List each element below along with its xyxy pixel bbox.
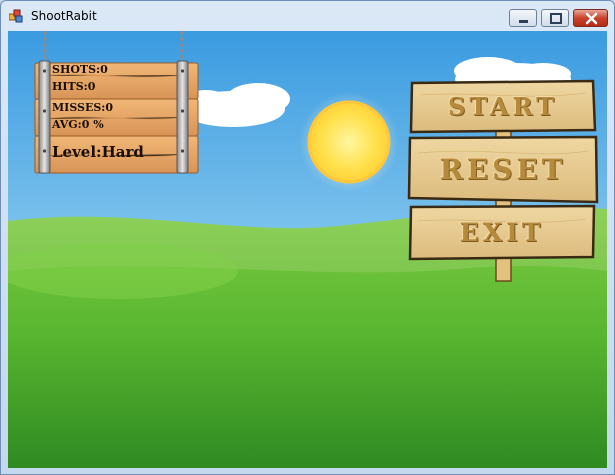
start-label: START [448, 91, 558, 121]
start-button[interactable]: START [411, 81, 595, 131]
exit-button[interactable]: EXIT [410, 206, 594, 258]
title-bar[interactable]: ShootRabit [1, 1, 614, 31]
bracket-left [38, 60, 51, 174]
window-title: ShootRabit [31, 9, 97, 23]
avg-counter: AVG:0 % [52, 118, 104, 131]
sun [307, 100, 391, 184]
game-area[interactable]: SHOTS:0 HITS:0 MISSES:0 AVG:0 % Level:Ha… [8, 31, 607, 468]
maximize-button[interactable] [541, 9, 569, 27]
shots-counter: SHOTS:0 [52, 63, 108, 76]
maximize-icon [550, 13, 562, 24]
app-window: ShootRabit SHOTS:0 HITS:0 MISSES:0 AVG:0… [0, 0, 615, 475]
close-button[interactable] [573, 9, 608, 27]
grass-highlight [8, 243, 238, 299]
misses-counter: MISSES:0 [52, 101, 114, 114]
app-icon [9, 9, 23, 23]
hits-counter: HITS:0 [52, 80, 96, 93]
bracket-right [176, 60, 189, 174]
level-indicator: Level:Hard [52, 143, 144, 161]
minimize-button[interactable] [509, 9, 537, 27]
exit-label: EXIT [459, 217, 545, 247]
reset-button[interactable]: RESET [409, 137, 597, 201]
close-icon [585, 12, 598, 25]
minimize-icon [519, 20, 528, 23]
reset-label: RESET [439, 152, 567, 186]
